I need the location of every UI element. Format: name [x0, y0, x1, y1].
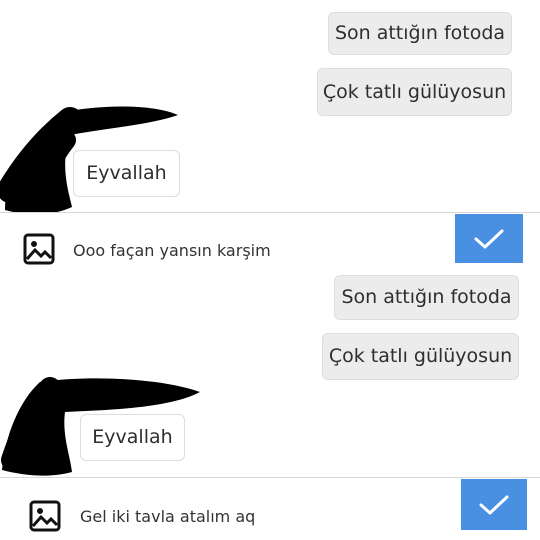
reply-bar: Gel iki tavla atalım aq	[0, 477, 540, 540]
sent-message[interactable]: Son attığın fotoda	[328, 12, 512, 55]
received-message[interactable]: Eyvallah	[73, 150, 180, 197]
image-icon[interactable]	[23, 233, 55, 265]
send-button[interactable]	[461, 479, 527, 530]
reply-text[interactable]: Ooo façan yansın karşim	[73, 241, 271, 260]
message-text: Çok tatlı gülüyosun	[328, 345, 513, 367]
reply-text[interactable]: Gel iki tavla atalım aq	[80, 507, 255, 526]
sent-message[interactable]: Son attığın fotoda	[334, 275, 519, 320]
message-text: Eyvallah	[92, 426, 173, 448]
message-text: Son attığın fotoda	[341, 286, 512, 308]
reply-bar: Ooo façan yansın karşim	[0, 212, 540, 265]
send-button[interactable]	[455, 214, 523, 263]
checkmark-icon	[474, 229, 504, 248]
received-message[interactable]: Eyvallah	[80, 414, 185, 461]
checkmark-icon	[479, 495, 509, 514]
message-text: Son attığın fotoda	[334, 22, 506, 44]
sent-message[interactable]: Çok tatlı gülüyosun	[317, 68, 512, 116]
image-icon[interactable]	[29, 500, 61, 532]
sent-message[interactable]: Çok tatlı gülüyosun	[322, 333, 519, 380]
message-text: Eyvallah	[86, 162, 167, 184]
message-text: Çok tatlı gülüyosun	[322, 80, 507, 103]
